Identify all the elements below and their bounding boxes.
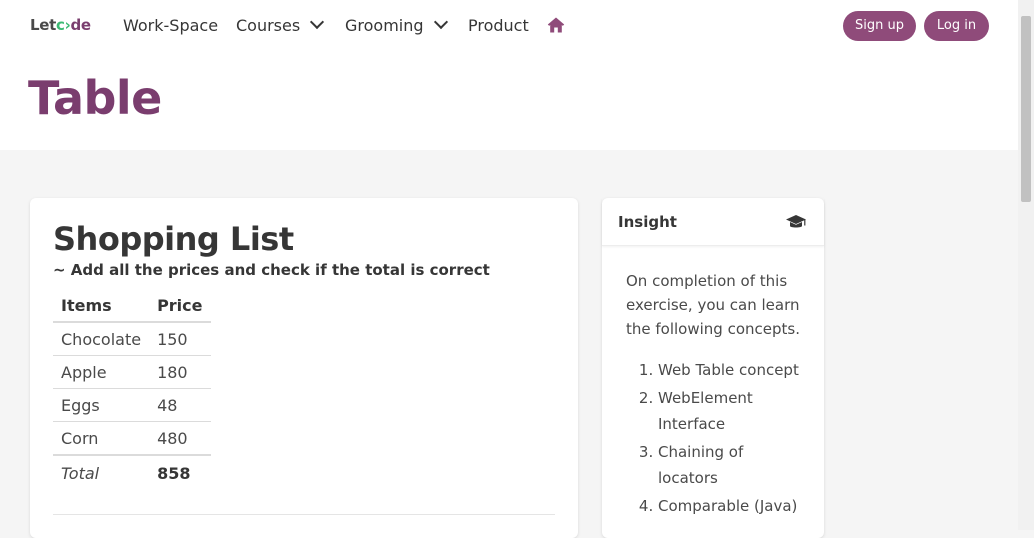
insight-header: Insight (602, 198, 824, 246)
sign-up-button[interactable]: Sign up (843, 11, 916, 41)
total-label: Total (53, 454, 150, 490)
nav-product[interactable]: Product (468, 16, 529, 35)
chevron-down-icon (433, 14, 448, 30)
column-header-items: Items (53, 289, 150, 323)
item-cell: Apple (53, 355, 150, 389)
table-header-row: Items Price (53, 289, 211, 323)
list-item: Web Table concept (658, 357, 806, 383)
item-cell: Eggs (53, 388, 150, 422)
nav-courses-label: Courses (236, 16, 301, 35)
nav-work-space[interactable]: Work-Space (123, 16, 218, 35)
table-row: Chocolate 150 (53, 322, 211, 356)
price-cell: 48 (149, 388, 211, 422)
table-total-row: Total 858 (53, 454, 211, 490)
table-row: Corn 480 (53, 421, 211, 456)
insight-card: Insight On completion of this exercise, … (602, 198, 824, 538)
page-scrollbar[interactable] (1018, 0, 1034, 530)
nav-grooming[interactable]: Grooming (345, 14, 448, 35)
list-item: Chaining of locators (658, 439, 806, 491)
column-header-price: Price (149, 289, 211, 323)
insight-title: Insight (618, 213, 677, 231)
table-row: Eggs 48 (53, 388, 211, 422)
card-divider (53, 514, 555, 515)
chevron-down-icon (310, 14, 325, 30)
insight-concepts-list: Web Table concept WebElement Interface C… (626, 357, 806, 521)
price-cell: 150 (149, 322, 211, 356)
insight-intro: On completion of this exercise, you can … (626, 272, 800, 338)
item-cell: Corn (53, 421, 150, 456)
graduation-cap-icon (786, 215, 806, 228)
table-row: Apple 180 (53, 355, 211, 389)
card-title: Shopping List (53, 220, 294, 258)
navbar: Letc›de Work-Space Courses Grooming Prod… (0, 0, 1018, 52)
card-subtitle: ~ Add all the prices and check if the to… (53, 261, 490, 279)
letcode-logo[interactable]: Letc›de (30, 16, 91, 34)
log-in-button[interactable]: Log in (924, 11, 989, 41)
price-cell: 180 (149, 355, 211, 389)
nav-courses[interactable]: Courses (236, 14, 325, 35)
page-title: Table (28, 71, 162, 125)
nav-grooming-label: Grooming (345, 16, 424, 35)
logo-text-part2: c (56, 16, 65, 34)
price-cell: 480 (149, 421, 211, 456)
shopping-list-card: Shopping List ~ Add all the prices and c… (30, 198, 578, 538)
item-cell: Chocolate (53, 322, 150, 356)
list-item: Comparable (Java) (658, 493, 806, 519)
shopping-table: Items Price Chocolate 150 Apple 180 Eggs… (53, 289, 211, 490)
list-item: WebElement Interface (658, 385, 806, 437)
scrollbar-thumb[interactable] (1021, 16, 1031, 202)
total-value: 858 (149, 454, 211, 490)
logo-text-part1: Let (30, 16, 57, 34)
home-icon[interactable] (547, 16, 565, 34)
logo-text-part3: de (70, 16, 92, 34)
